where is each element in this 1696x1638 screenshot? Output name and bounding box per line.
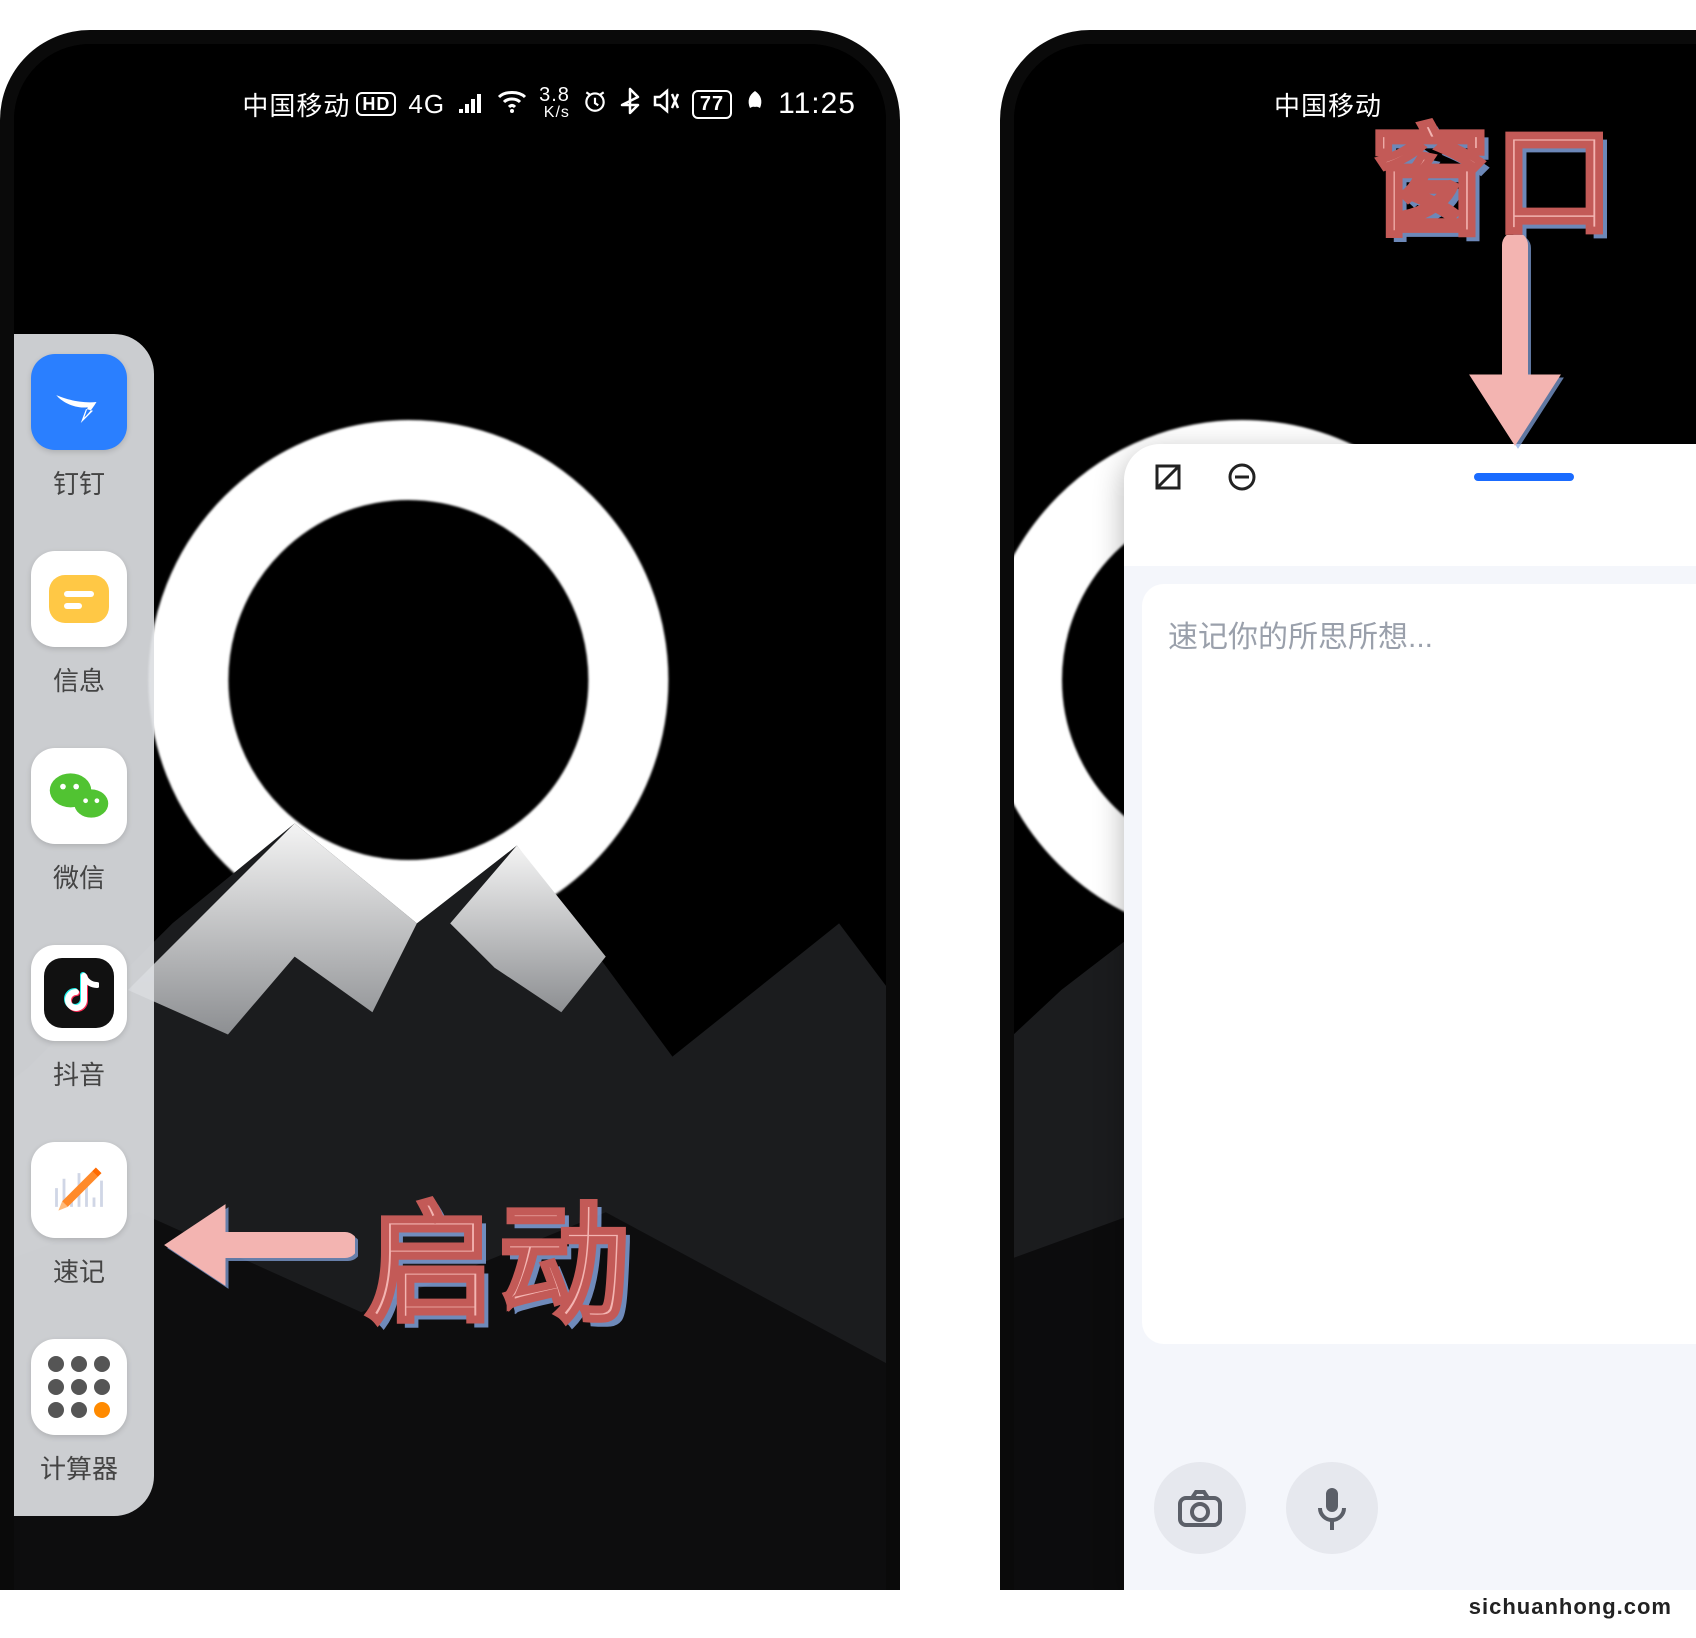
note-toolbar — [1124, 1434, 1696, 1590]
annotation-launch: 启动 — [365, 1160, 633, 1348]
minimize-icon[interactable] — [1222, 457, 1262, 497]
clock-time: 11:25 — [778, 87, 856, 121]
wifi-icon — [497, 89, 527, 120]
note-input[interactable]: 速记你的所思所想... — [1142, 584, 1696, 1344]
phone-left-screen: 中国移动 HD 4G 3.8 K/s — [14, 44, 886, 1590]
camera-icon[interactable] — [1154, 1462, 1246, 1554]
network-gen-label: 4G — [408, 89, 445, 120]
status-bar: 中国移动 HD 4G 3.8 K/s — [234, 74, 856, 134]
edge-sidebar[interactable]: 钉钉 信息 微信 — [14, 334, 154, 1516]
data-rate-unit: K/s — [539, 104, 570, 122]
floating-window[interactable]: 查看 速记你的所思所想... — [1124, 444, 1696, 1590]
window-body: 速记你的所思所想... — [1124, 566, 1696, 1590]
sidebar-item-label: 抖音 — [53, 1055, 105, 1092]
carrier-text: 中国移动 — [242, 86, 350, 123]
watermark: sichuanhong.com — [1469, 1594, 1672, 1620]
hd-badge: HD — [356, 92, 396, 116]
sidebar-item-wechat[interactable]: 微信 — [31, 748, 127, 895]
sidebar-item-quicknote[interactable]: 速记 — [31, 1142, 127, 1289]
window-tabs: 查看 — [1124, 510, 1696, 566]
sidebar-item-label: 信息 — [53, 661, 105, 698]
mic-icon[interactable] — [1286, 1462, 1378, 1554]
status-bar: 中国移动 — [1234, 74, 1382, 134]
battery-value: 77 — [700, 93, 724, 116]
messages-icon — [31, 551, 127, 647]
phone-right: 中国移动 查看 速记你的所思所想... — [1000, 30, 1696, 1590]
dingtalk-icon — [31, 354, 127, 450]
annotation-window: 窗口 — [1370, 85, 1618, 259]
sidebar-item-douyin[interactable]: 抖音 — [31, 945, 127, 1092]
phone-right-screen: 中国移动 查看 速记你的所思所想... — [1014, 44, 1696, 1590]
fullscreen-icon[interactable] — [1148, 457, 1188, 497]
drag-handle[interactable] — [1474, 473, 1574, 481]
leaf-icon — [744, 89, 766, 120]
phone-left: 中国移动 HD 4G 3.8 K/s — [0, 30, 900, 1590]
sidebar-item-dingtalk[interactable]: 钉钉 — [31, 354, 127, 501]
sidebar-item-calculator[interactable]: 计算器 — [31, 1339, 127, 1486]
arrow-down-icon — [1450, 235, 1580, 455]
alarm-icon — [582, 88, 608, 121]
douyin-icon — [31, 945, 127, 1041]
floating-window-titlebar[interactable] — [1124, 444, 1696, 510]
bluetooth-icon — [620, 87, 640, 122]
sidebar-item-label: 计算器 — [40, 1449, 118, 1486]
sidebar-item-label: 速记 — [53, 1252, 105, 1289]
sidebar-item-messages[interactable]: 信息 — [31, 551, 127, 698]
carrier-text: 中国移动 — [1274, 86, 1382, 123]
wechat-icon — [31, 748, 127, 844]
signal-icon — [457, 89, 485, 120]
data-rate: 3.8 K/s — [539, 86, 570, 122]
mute-icon — [652, 88, 680, 121]
carrier-label: 中国移动 HD — [242, 86, 396, 123]
quicknote-icon — [31, 1142, 127, 1238]
arrow-left-icon — [155, 1190, 355, 1300]
sidebar-item-label: 钉钉 — [53, 464, 105, 501]
calculator-icon — [31, 1339, 127, 1435]
sidebar-item-label: 微信 — [53, 858, 105, 895]
carrier-label: 中国移动 — [1274, 86, 1382, 123]
battery-indicator: 77 — [692, 90, 732, 119]
data-rate-value: 3.8 — [539, 84, 570, 106]
note-placeholder: 速记你的所思所想... — [1168, 621, 1433, 654]
